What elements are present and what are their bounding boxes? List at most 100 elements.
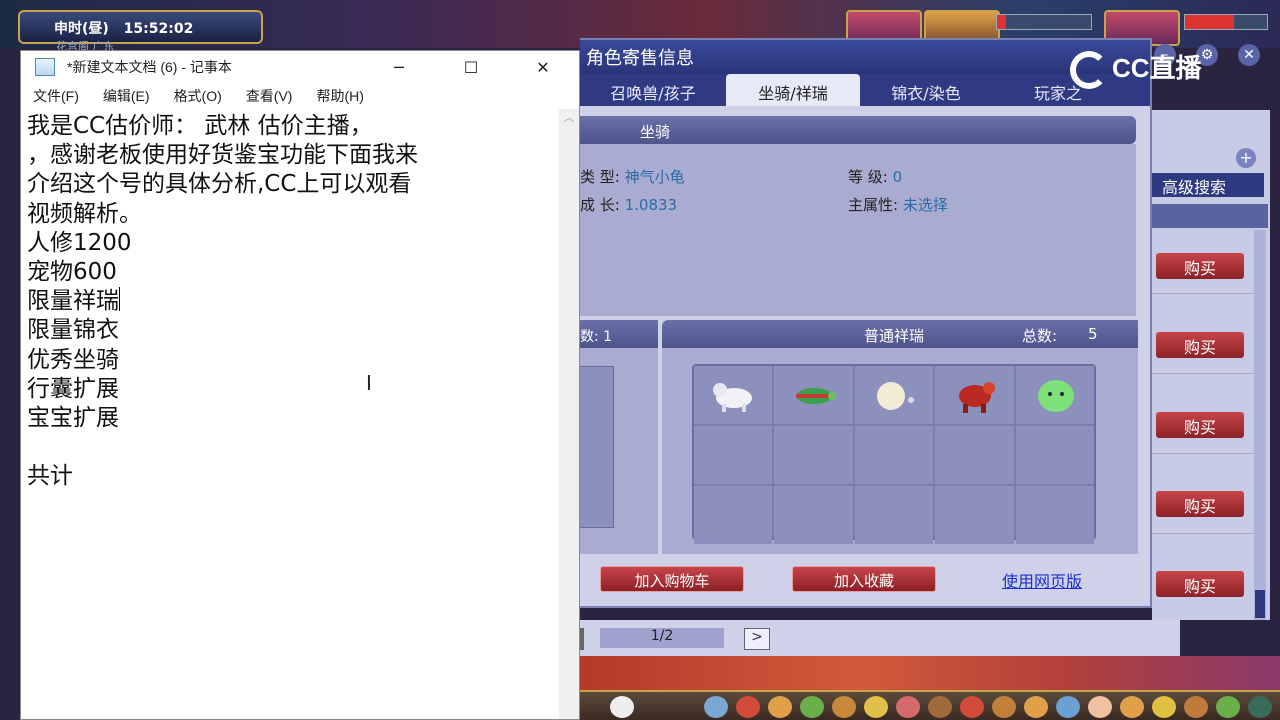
close-button[interactable]: ✕ xyxy=(507,51,579,83)
game-clock: 申时(昼) 15:52:02 xyxy=(18,10,263,44)
dialog-tabs: 召唤兽/孩子 坐骑/祥瑞 锦衣/染色 玩家之 xyxy=(580,74,1150,106)
buy-button[interactable]: 购买 xyxy=(1156,332,1244,358)
item-icon[interactable] xyxy=(896,696,920,718)
level-value: 0 xyxy=(892,168,903,186)
web-version-link[interactable]: 使用网页版 xyxy=(1002,568,1082,592)
add-icon[interactable]: + xyxy=(1236,148,1256,168)
xiangrui-slot[interactable] xyxy=(935,486,1014,544)
notepad-window: *新建文本文档 (6) - 记事本 ─ ☐ ✕ 文件(F) 编辑(E) 格式(O… xyxy=(20,50,580,720)
item-icon[interactable] xyxy=(1248,696,1272,718)
text-line: 介绍这个号的具体分析,CC上可以观看 xyxy=(27,171,412,198)
advanced-search-button[interactable]: 高级搜索 xyxy=(1152,173,1264,197)
growth-row: 成 长: 1.0833 xyxy=(580,194,677,215)
item-icon[interactable] xyxy=(1088,696,1112,718)
item-icon[interactable] xyxy=(928,696,952,718)
menu-edit[interactable]: 编辑(E) xyxy=(103,86,150,106)
tab-summons[interactable]: 召唤兽/孩子 xyxy=(580,74,726,106)
item-icon[interactable] xyxy=(960,696,984,718)
item-icon[interactable] xyxy=(1120,696,1144,718)
level-label: 等 级: xyxy=(848,168,888,186)
text-line: 视频解析。 xyxy=(27,200,142,227)
next-page-button[interactable]: > xyxy=(744,628,770,650)
level-row: 等 级: 0 xyxy=(848,166,902,187)
text-line: 人修1200 xyxy=(27,229,132,256)
white-beast-icon xyxy=(713,383,752,412)
text-line: 限量锦衣 xyxy=(27,317,119,344)
listing-scrollbar[interactable] xyxy=(1254,230,1266,620)
cc-ring-icon xyxy=(1070,51,1108,90)
buy-button[interactable]: 购买 xyxy=(1156,412,1244,438)
item-icon[interactable] xyxy=(800,696,824,718)
text-line: 我是CC估价师： 武林 估价主播， xyxy=(27,113,373,139)
text-line-with-caret: 限量祥瑞 xyxy=(27,287,555,316)
left-grid xyxy=(580,366,614,528)
close-icon[interactable]: ✕ xyxy=(1238,44,1260,66)
tab-mounts[interactable]: 坐骑/祥瑞 xyxy=(726,74,860,106)
total-value: 5 xyxy=(1088,325,1098,343)
item-icon[interactable] xyxy=(736,696,760,718)
xiangrui-slot[interactable] xyxy=(1015,426,1094,484)
window-controls: ─ ☐ ✕ xyxy=(363,51,579,83)
growth-label: 成 长: xyxy=(580,196,620,214)
text-line xyxy=(27,433,555,462)
xiangrui-slot[interactable] xyxy=(774,366,853,424)
item-icon[interactable] xyxy=(1024,696,1048,718)
xiangrui-slot[interactable] xyxy=(774,486,853,544)
xiangrui-slot[interactable] xyxy=(935,426,1014,484)
item-icon[interactable] xyxy=(864,696,888,718)
notepad-scrollbar[interactable]: ︿ xyxy=(559,109,579,719)
xiangrui-slot[interactable] xyxy=(935,366,1014,424)
buy-button[interactable]: 购买 xyxy=(1156,253,1244,279)
mount-info: 类 型: 神气小龟 等 级: 0 成 长: 1.0833 主属性: 未选择 xyxy=(580,144,1136,316)
maximize-button[interactable]: ☐ xyxy=(435,51,507,83)
xiangrui-slot[interactable] xyxy=(1015,366,1094,424)
buy-button[interactable]: 购买 xyxy=(1156,571,1244,597)
item-icon[interactable] xyxy=(704,696,728,718)
notepad-menubar: 文件(F) 编辑(E) 格式(O) 查看(V) 帮助(H) xyxy=(21,83,579,109)
menu-view[interactable]: 查看(V) xyxy=(246,86,293,106)
scroll-up-icon[interactable]: ︿ xyxy=(559,109,579,129)
xiangrui-slot[interactable] xyxy=(774,426,853,484)
xiangrui-slot[interactable] xyxy=(854,426,934,484)
xiangrui-title: 普通祥瑞 xyxy=(864,327,925,345)
cc-brand: CC直播 xyxy=(1112,53,1202,83)
item-icon[interactable] xyxy=(768,696,792,718)
menu-help[interactable]: 帮助(H) xyxy=(316,86,363,106)
item-icon[interactable] xyxy=(1184,696,1208,718)
green-turtle-icon xyxy=(796,388,837,404)
xiangrui-panel xyxy=(662,348,1138,554)
text-line: 优秀坐骑 xyxy=(27,346,119,373)
menu-format[interactable]: 格式(O) xyxy=(174,86,222,106)
item-icon[interactable] xyxy=(1056,696,1080,718)
clock-label: 申时(昼) xyxy=(54,21,109,37)
left-grid-panel xyxy=(580,348,658,554)
add-to-favorites-button[interactable]: 加入收藏 xyxy=(792,566,936,592)
attr-value: 未选择 xyxy=(902,196,948,214)
dialog-title: 角色寄售信息 xyxy=(580,40,1150,74)
text-line: 行囊扩展 xyxy=(27,375,119,402)
xiangrui-slot[interactable] xyxy=(854,366,934,424)
buy-button[interactable]: 购买 xyxy=(1156,491,1244,517)
mount-header: 坐骑 xyxy=(580,116,1136,144)
item-icon[interactable] xyxy=(1216,696,1240,718)
item-icon[interactable] xyxy=(832,696,856,718)
xiangrui-slot[interactable] xyxy=(694,486,773,544)
xiangrui-slot[interactable] xyxy=(854,486,934,544)
xiangrui-slot[interactable] xyxy=(1015,486,1094,544)
menu-file[interactable]: 文件(F) xyxy=(33,86,79,106)
item-icon[interactable] xyxy=(610,696,634,718)
xiangrui-slot[interactable] xyxy=(694,426,773,484)
type-row: 类 型: 神气小龟 xyxy=(580,166,685,187)
notepad-text-area[interactable]: 我是CC估价师： 武林 估价主播， ，感谢老板使用好货鉴宝功能下面我来 介绍这个… xyxy=(21,109,561,719)
tab-costumes[interactable]: 锦衣/染色 xyxy=(860,74,992,106)
prev-page-button[interactable] xyxy=(580,628,584,650)
hp-bar xyxy=(996,14,1092,30)
xiangrui-slot[interactable] xyxy=(694,366,773,424)
minimize-button[interactable]: ─ xyxy=(363,51,435,83)
add-to-cart-button[interactable]: 加入购物车 xyxy=(600,566,744,592)
text-line: 宝宝扩展 xyxy=(27,404,119,431)
type-value: 神气小龟 xyxy=(624,168,685,186)
text-caret xyxy=(119,287,120,312)
item-icon[interactable] xyxy=(992,696,1016,718)
item-icon[interactable] xyxy=(1152,696,1176,718)
